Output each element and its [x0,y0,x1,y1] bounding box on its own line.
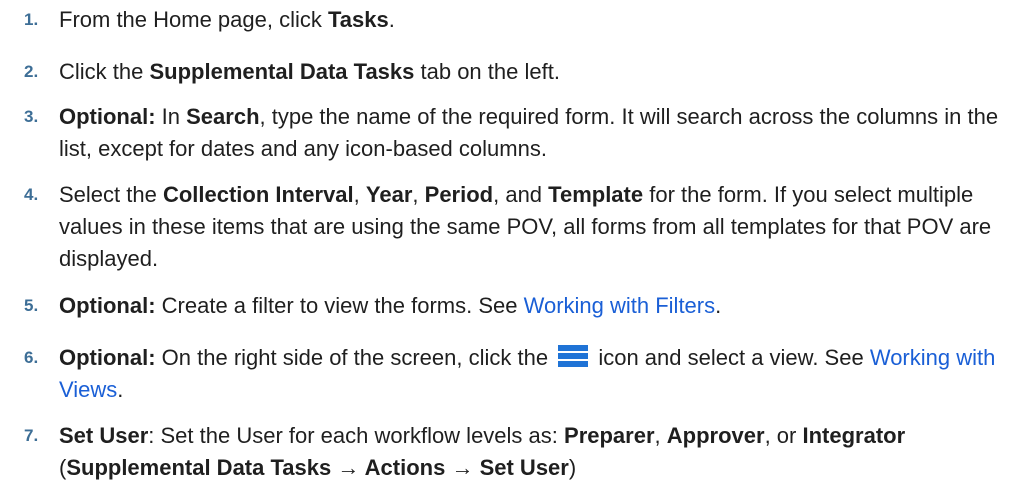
ui-term: Search [186,104,260,129]
step-text-run: Select the [59,182,163,207]
arrow-separator: → [445,455,480,480]
ui-term: Template [548,182,644,207]
step-text-run: , [654,423,667,448]
step-text: Select the Collection Interval, Year, Pe… [59,179,1019,275]
step-text-run: On the right side of the screen, click t… [155,345,555,370]
step-number: 1. [24,10,39,29]
step-text: Optional: In Search, type the name of th… [59,101,1019,165]
step-text-run: , [412,182,425,207]
step-text-run: , or [764,423,803,448]
step-text: Click the Supplemental Data Tasks tab on… [59,56,1019,88]
step-text-run: icon and select a view. See [592,345,870,370]
step-text-run: . [715,293,722,318]
step-number: 3. [24,107,39,126]
ui-term: Year [365,182,413,207]
procedure-steps: 1. From the Home page, click Tasks. 2. C… [0,0,1035,501]
ui-term: Actions [364,455,446,480]
step-text-run: Click the [59,59,150,84]
step-number: 2. [24,62,39,81]
hamburger-menu-icon [558,345,589,367]
ui-term: Supplemental Data Tasks [66,455,332,480]
step-text: Set User: Set the User for each workflow… [59,420,1019,484]
ui-term: Integrator [802,423,906,448]
step-text-run: Create a filter to view the forms. See [155,293,524,318]
step-text-run: From the Home page, click [59,7,328,32]
step-number: 4. [24,185,39,204]
step-text: Optional: Create a filter to view the fo… [59,290,1019,322]
optional-label: Optional: [59,293,156,318]
step-text-run: , and [493,182,549,207]
step-text-run: , [353,182,366,207]
step-text-run: ) [568,455,577,480]
ui-term: Set User [479,455,569,480]
ui-term: Set User [59,423,149,448]
step-number: 5. [24,296,39,315]
ui-term: Preparer [564,423,655,448]
working-with-filters-link[interactable]: Working with Filters [524,293,716,318]
step-text-run: : Set the User for each workflow levels … [148,423,565,448]
ui-term: Approver [666,423,765,448]
ui-term: Supplemental Data Tasks [149,59,415,84]
step-text-run: . [388,7,395,32]
step-text-run: In [155,104,187,129]
optional-label: Optional: [59,345,156,370]
step-text: Optional: On the right side of the scree… [59,342,1019,406]
step-number: 7. [24,426,39,445]
step-text: From the Home page, click Tasks. [59,4,1019,36]
ui-term: Period [424,182,494,207]
arrow-separator: → [331,455,365,480]
optional-label: Optional: [59,104,156,129]
step-text-run: . [117,377,124,402]
step-text-run: tab on the left. [414,59,560,84]
ui-term: Collection Interval [162,182,354,207]
ui-term: Tasks [327,7,389,32]
step-number: 6. [24,348,39,367]
